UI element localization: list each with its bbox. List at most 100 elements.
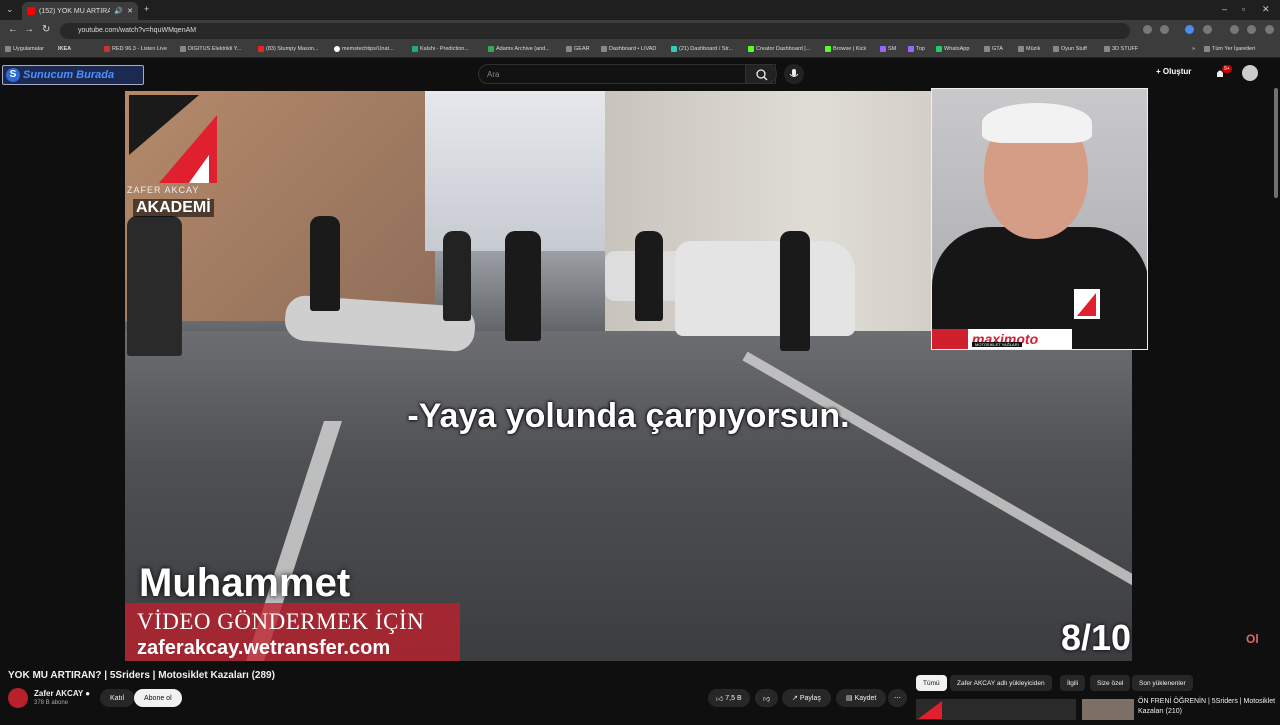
presenter-overlay: maximoto MOTOSİKLET YAĞLARI [931,88,1148,350]
forward-icon[interactable]: → [24,24,34,35]
parked-suv [675,241,855,336]
bookmark-muzik[interactable]: Müzik [1018,46,1040,52]
url-field[interactable]: youtube.com/watch?v=hquWMqenAM [60,23,1130,39]
bookmark-red[interactable]: RED 96.3 - Listen Live [104,46,167,52]
bookmark-memstech[interactable]: memstechtips/Unat... [334,46,394,52]
more-actions-button[interactable]: ⋯ [888,689,907,707]
bookmark-kick[interactable]: Browse | Kick [825,46,866,52]
subscriber-count: 378 B abone [34,700,69,706]
chip-all[interactable]: Tümü [916,675,947,691]
pedestrian-figure [780,231,810,351]
chip-related[interactable]: İlgili [1060,675,1086,691]
send-video-banner: VİDEO GÖNDERMEK İÇİN zaferakcay.wetransf… [125,603,460,661]
send-video-link: zaferakcay.wetransfer.com [137,637,391,659]
close-window-icon[interactable]: ✕ [1262,4,1270,15]
bookmark-sm[interactable]: SM [880,46,896,52]
bookmark-3d[interactable]: 3D STUFF [1104,46,1138,52]
profile-icon[interactable] [1247,25,1256,34]
shirt-logo-icon [1074,289,1100,319]
minimize-icon[interactable]: – [1222,4,1227,14]
bookmark-ikea[interactable]: IKEA [58,46,71,52]
related-video-thumbnail[interactable] [1082,699,1134,720]
extensions-puzzle-icon[interactable] [1203,25,1212,34]
tab-list-icon[interactable]: ⌄ [6,4,14,15]
save-button[interactable]: ▤ Kaydet [836,689,887,707]
bookmark-livad[interactable]: Dashboard • LIVAD [601,46,656,52]
bookmark-gta[interactable]: GTA [984,46,1003,52]
youtube-header: S Sunucum Burada Ara + Oluştur 9+ [0,59,1280,89]
thumb-down-icon: 👎︎ [763,695,771,703]
browser-tab-bar: ⌄ (152) YOK MU ARTIRAN? | 5 🔊 ✕ + – ▫ ✕ [0,0,1280,20]
zafer-akcay-logo-icon [918,701,942,719]
bookmark-digitus[interactable]: DIGITUS Elektrikli Y... [180,46,241,52]
account-avatar[interactable] [1242,65,1258,81]
menu-dots-icon[interactable] [1265,25,1274,34]
cast-icon[interactable] [1143,25,1152,34]
tab-close-icon[interactable]: ✕ [127,7,133,15]
subscribe-watermark-icon[interactable]: Ol [1246,632,1266,652]
chip-for-you[interactable]: Size özel [1090,675,1131,691]
logo-mark-icon: S [6,68,20,82]
bookmark-gear[interactable]: GEAR [566,46,590,52]
chip-recent[interactable]: Son yüklenenler [1132,675,1193,691]
related-video-thumbnail[interactable] [916,699,1076,720]
search-input[interactable]: Ara [478,64,776,84]
zafer-akcay-logo-icon [129,95,217,183]
brand-subtitle: AKADEMİ [133,199,214,217]
presenter-hair [982,103,1092,143]
maximize-icon[interactable]: ▫ [1242,4,1245,14]
bookmarks-overflow-icon[interactable]: » [1192,46,1195,52]
share-icon: ↗ [792,695,800,702]
bookmark-dashboard-str[interactable]: (21) Dashboard / Str... [671,46,733,52]
join-button[interactable]: Katıl [100,689,135,707]
rider-figure [310,216,340,311]
microphone-icon [789,69,799,77]
send-video-line1: VİDEO GÖNDERMEK İÇİN [137,609,425,634]
pedestrian-figure [635,231,663,321]
bookmark-top[interactable]: Top [908,46,925,52]
brand-name: ZAFER AKCAY [127,185,200,195]
address-toolbar: ← → ↻ youtube.com/watch?v=hquWMqenAM [0,20,1280,42]
thumb-up-icon: 👍︎ [716,695,726,703]
video-title: YOK MU ARTIRAN? | 5Sriders | Motosiklet … [8,670,275,681]
voice-search-button[interactable] [784,64,804,84]
channel-avatar[interactable] [8,688,28,708]
channel-logo[interactable]: S Sunucum Burada [2,65,144,85]
related-video-title[interactable]: ÖN FRENİ ÖĞRENİN | 5Sriders | Motosiklet… [1138,697,1278,717]
search-button[interactable] [745,64,777,84]
channel-name[interactable]: Zafer AKCAY ● [34,689,90,698]
sky-scene [425,91,625,251]
save-icon: ▤ [846,695,855,702]
bookmark-whatsapp[interactable]: WhatsApp [936,46,969,52]
browser-tab[interactable]: (152) YOK MU ARTIRAN? | 5 🔊 ✕ [22,2,138,20]
sponsor-tagline: MOTOSİKLET YAĞLARI [972,342,1022,347]
share-button[interactable]: ↗ Paylaş [782,689,831,707]
subscribe-button[interactable]: Abone ol [134,689,182,707]
clip-counter: 8/10 [1061,617,1132,658]
bookmark-creator[interactable]: Creator Dashboard |... [748,46,810,52]
chip-from-uploader[interactable]: Zafer AKCAY adlı yükleyiciden [950,675,1052,691]
bookmark-kalshi[interactable]: Kalshi - Prediction... [412,46,469,52]
bookmark-apps[interactable]: Uygulamalar [5,46,44,52]
create-button[interactable]: + Oluştur [1156,67,1191,76]
sponsor-red-block [932,329,968,349]
bookmark-adams[interactable]: Adams Archive (and... [488,46,550,52]
pedestrian-figure [127,216,182,356]
tab-title: (152) YOK MU ARTIRAN? | 5 [39,7,111,15]
audio-icon: 🔊 [114,8,124,15]
extension-icon[interactable] [1185,25,1194,34]
like-button[interactable]: 👍︎ 7,5 B [708,689,750,707]
new-tab-icon[interactable]: + [144,4,149,14]
back-icon[interactable]: ← [8,24,18,35]
bookmark-stumpy[interactable]: (83) Stumpy Mason... [258,46,319,52]
tab-search-icon[interactable] [1230,25,1239,34]
page-scrollbar[interactable] [1274,88,1278,198]
bookmark-star-icon[interactable] [1160,25,1169,34]
reload-icon[interactable]: ↻ [42,24,50,35]
more-dots-icon: ⋯ [894,695,901,702]
logo-text: Sunucum Burada [23,69,115,81]
dislike-button[interactable]: 👎︎ [755,689,779,707]
bookmark-oyun[interactable]: Oyun Stuff [1053,46,1087,52]
bookmark-all[interactable]: Tüm Yer İşaretleri [1204,46,1255,52]
pedestrian-figure [443,231,471,321]
